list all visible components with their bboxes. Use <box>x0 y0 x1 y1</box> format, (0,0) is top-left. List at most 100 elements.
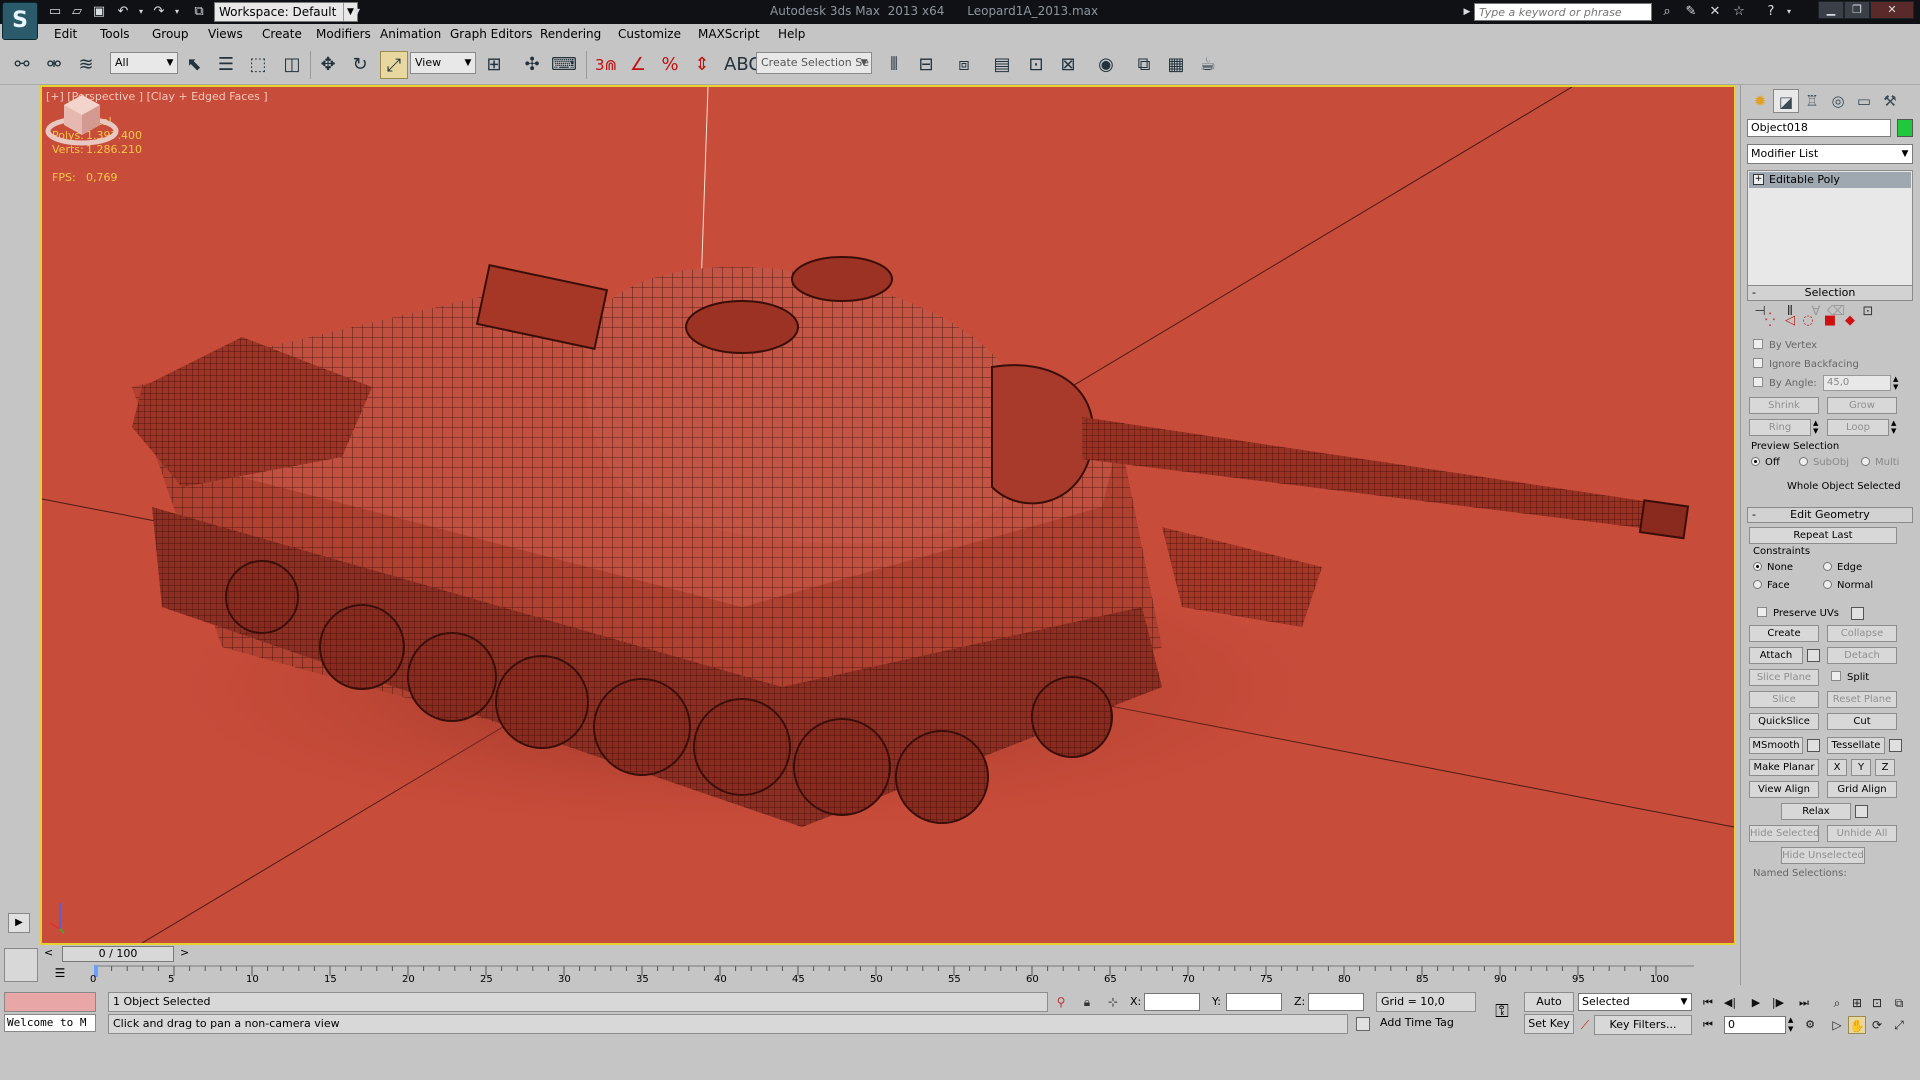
goto-end-icon[interactable]: ⏭ <box>1794 994 1814 1012</box>
preview-off-radio[interactable]: Off <box>1751 457 1780 468</box>
maximize-viewport-icon[interactable]: ⤢ <box>1890 1016 1908 1034</box>
reset-plane-button[interactable]: Reset Plane <box>1827 691 1897 708</box>
menu-animation[interactable]: Animation <box>380 27 441 41</box>
preserve-uvs-settings-icon[interactable] <box>1851 607 1864 620</box>
pan-view-icon[interactable]: ✋ <box>1848 1016 1866 1034</box>
x-coord-input[interactable] <box>1144 993 1200 1011</box>
object-name-field[interactable]: Object018 <box>1747 119 1891 137</box>
attach-settings-icon[interactable] <box>1807 649 1820 662</box>
constraint-edge-radio[interactable]: Edge <box>1823 562 1862 573</box>
repeat-last-button[interactable]: Repeat Last <box>1749 527 1897 544</box>
search-input[interactable] <box>1474 3 1652 21</box>
current-frame-field[interactable]: 0 <box>1724 1016 1786 1034</box>
select-and-manipulate-icon[interactable]: ✣ <box>518 51 546 79</box>
render-production-icon[interactable]: ☕ <box>1194 51 1222 79</box>
z-coord-input[interactable] <box>1308 993 1364 1011</box>
isolate-selection-icon[interactable]: ⚲ <box>1052 993 1070 1011</box>
favorites-star-icon[interactable]: ☆ <box>1730 3 1748 21</box>
redo-dropdown-icon[interactable]: ▾ <box>168 3 186 21</box>
layer-manager-icon[interactable]: ⧈ <box>950 51 978 79</box>
set-key-button[interactable]: Set Key <box>1524 1014 1574 1034</box>
save-icon[interactable]: ▣ <box>90 3 108 21</box>
make-planar-button[interactable]: Make Planar <box>1749 759 1819 776</box>
menu-group[interactable]: Group <box>152 27 189 41</box>
play-maxscript-icon[interactable]: ▶ <box>8 913 30 933</box>
percent-snap-icon[interactable]: % <box>656 51 684 79</box>
selection-filter-dropdown[interactable]: All ▼ <box>110 52 178 74</box>
named-selection-dropdown[interactable]: Create Selection Se ▼ <box>756 52 872 74</box>
angle-snap-icon[interactable]: ∠ <box>624 51 652 79</box>
maximize-icon[interactable]: ❐ <box>1844 1 1870 19</box>
relax-button[interactable]: Relax <box>1781 803 1851 820</box>
redo-icon[interactable]: ↷ <box>150 3 168 21</box>
hierarchy-tab-icon[interactable]: ♖ <box>1799 89 1825 113</box>
time-next-button[interactable]: > <box>180 946 189 959</box>
menu-maxscript[interactable]: MAXScript <box>698 27 760 41</box>
set-key-mode-key-icon[interactable]: ⚿ <box>1488 1000 1516 1024</box>
select-and-move-icon[interactable]: ✥ <box>314 51 342 79</box>
menu-help[interactable]: Help <box>778 27 805 41</box>
detach-button[interactable]: Detach <box>1827 647 1897 664</box>
tessellate-settings-icon[interactable] <box>1889 739 1902 752</box>
vertex-mode-icon[interactable]: ⁛ <box>1761 313 1779 329</box>
menu-edit[interactable]: Edit <box>54 27 77 41</box>
ignore-backfacing-checkbox[interactable]: Ignore Backfacing <box>1753 358 1859 370</box>
selection-lock-icon[interactable]: 🔒︎ <box>1078 993 1096 1011</box>
field-of-view-icon[interactable]: ▷ <box>1828 1016 1846 1034</box>
unhide-all-button[interactable]: Unhide All <box>1827 825 1897 842</box>
pivot-center-icon[interactable]: ⊞ <box>480 51 508 79</box>
by-angle-spinner[interactable]: 45,0 <box>1823 375 1891 391</box>
loop-spinner-icon[interactable]: ▲ ▼ <box>1891 419 1899 436</box>
rectangular-selection-icon[interactable]: ⬚ <box>244 51 272 79</box>
configure-modifier-sets-icon[interactable]: ⊡ <box>1857 303 1879 321</box>
frame-spinner-icon[interactable]: ▲ ▼ <box>1788 1016 1796 1034</box>
ring-spinner-icon[interactable]: ▲ ▼ <box>1813 419 1821 436</box>
mini-curve-editor-toggle-icon[interactable]: ☰ <box>50 966 70 984</box>
slice-button[interactable]: Slice <box>1749 691 1819 708</box>
preserve-uvs-checkbox[interactable]: Preserve UVs <box>1757 607 1839 619</box>
zoom-extents-all-icon[interactable]: ⧉ <box>1890 994 1908 1012</box>
open-file-icon[interactable]: ▱ <box>68 3 86 21</box>
by-angle-checkbox[interactable]: By Angle: <box>1753 377 1817 389</box>
preview-subobj-radio[interactable]: SubObj <box>1799 457 1849 468</box>
time-slider-thumb[interactable]: 0 / 100 <box>62 946 174 962</box>
element-mode-icon[interactable]: ◆ <box>1841 313 1859 329</box>
zoom-extents-icon[interactable]: ⊡ <box>1868 994 1886 1012</box>
quick-access-dropdown-icon[interactable]: ▼ <box>348 3 366 21</box>
track-bar[interactable]: 0 5 10 15 20 25 30 35 40 45 50 55 60 65 70 75 80 85 90 95 10… <box>90 964 1694 986</box>
quickslice-button[interactable]: QuickSlice <box>1749 713 1819 730</box>
ring-button[interactable]: Ring <box>1749 419 1811 436</box>
mirror-icon[interactable]: ⫴ <box>880 51 908 79</box>
reference-coordinate-dropdown[interactable]: View ▼ <box>410 52 476 74</box>
modifier-list-dropdown[interactable]: Modifier List ▼ <box>1747 144 1913 164</box>
menu-create[interactable]: Create <box>262 27 302 41</box>
utilities-tab-icon[interactable]: ⚒ <box>1877 89 1903 113</box>
grow-button[interactable]: Grow <box>1827 397 1897 414</box>
mini-curve-editor-icon[interactable] <box>4 948 38 982</box>
help-icon[interactable]: ? <box>1762 3 1780 21</box>
edge-mode-icon[interactable]: ◁ <box>1781 313 1799 329</box>
binoculars-icon[interactable]: ⌕ <box>1658 3 1676 21</box>
create-button[interactable]: Create <box>1749 625 1819 642</box>
zoom-all-icon[interactable]: ⊞ <box>1848 994 1866 1012</box>
play-icon[interactable]: ▶ <box>1746 994 1766 1012</box>
orbit-icon[interactable]: ⟳ <box>1868 1016 1886 1034</box>
view-align-button[interactable]: View Align <box>1749 781 1819 798</box>
maxscript-listener-input[interactable]: Welcome to M <box>4 1014 96 1032</box>
rendered-frame-window-icon[interactable]: ▦ <box>1162 51 1190 79</box>
modify-tab-icon[interactable]: ◪ <box>1773 89 1799 113</box>
material-editor-icon[interactable]: ◉ <box>1092 51 1120 79</box>
auto-key-button[interactable]: Auto Key <box>1524 992 1574 1026</box>
time-tag-icon[interactable] <box>1356 1017 1370 1031</box>
unlink-selection-icon[interactable]: ⚮ <box>40 51 68 79</box>
planar-z-button[interactable]: Z <box>1875 759 1895 776</box>
msmooth-settings-icon[interactable] <box>1807 739 1820 752</box>
loop-button[interactable]: Loop <box>1827 419 1889 436</box>
y-coord-input[interactable] <box>1226 993 1282 1011</box>
graphite-ribbon-icon[interactable]: ▤ <box>988 51 1016 79</box>
motion-tab-icon[interactable]: ◎ <box>1825 89 1851 113</box>
select-and-link-icon[interactable]: ⚯ <box>8 51 36 79</box>
constraint-face-radio[interactable]: Face <box>1753 580 1790 591</box>
time-slider[interactable]: < 0 / 100 > <box>40 945 1736 963</box>
select-and-rotate-icon[interactable]: ↻ <box>346 51 374 79</box>
